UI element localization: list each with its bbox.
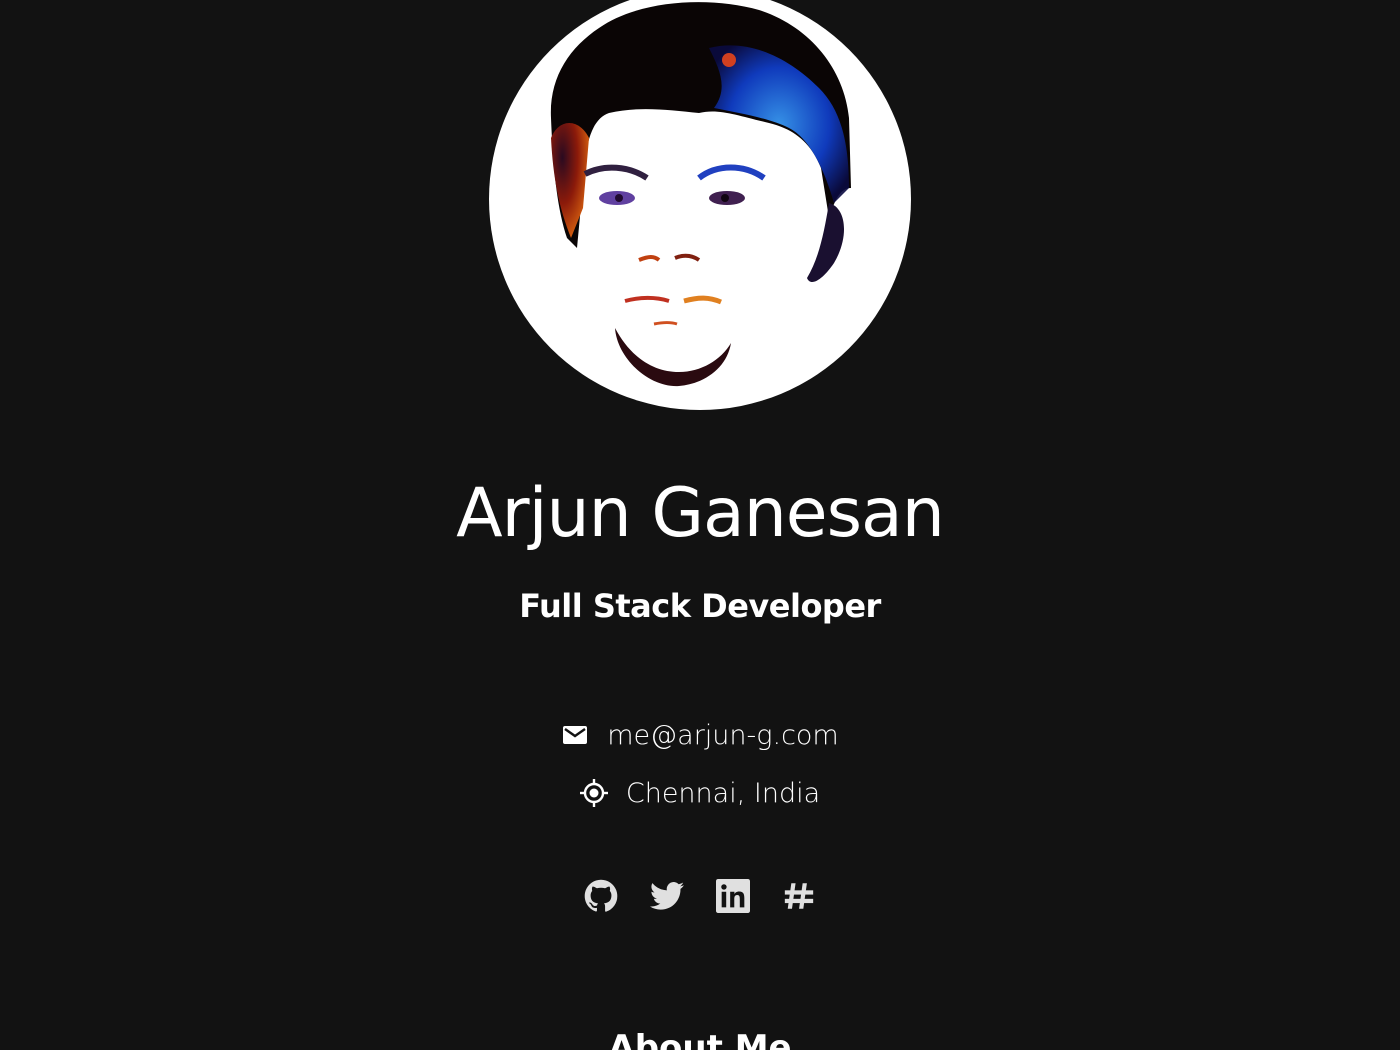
mail-icon [561, 721, 589, 749]
linkedin-link[interactable] [715, 878, 751, 914]
email-row: me@arjun-g.com [0, 714, 1400, 756]
github-link[interactable] [583, 878, 619, 914]
github-icon [584, 879, 618, 912]
twitter-icon [650, 882, 684, 910]
hashnode-link[interactable] [781, 878, 817, 914]
profile-role: Full Stack Developer [519, 587, 881, 625]
avatar-illustration [550, 2, 851, 387]
location-row: Chennai, India [0, 772, 1400, 814]
hashnode-icon [784, 883, 814, 909]
about-heading: About Me [608, 1028, 792, 1050]
social-links [0, 878, 1400, 914]
profile-avatar [489, 0, 911, 410]
linkedin-icon [716, 879, 750, 913]
email-link[interactable]: me@arjun-g.com [607, 720, 838, 751]
profile-name: Arjun Ganesan [456, 474, 945, 553]
location-text: Chennai, India [625, 777, 821, 809]
location-target-icon [579, 779, 608, 807]
twitter-link[interactable] [649, 878, 685, 914]
profile-page: Arjun Ganesan Full Stack Developer me@ar… [0, 0, 1400, 1050]
